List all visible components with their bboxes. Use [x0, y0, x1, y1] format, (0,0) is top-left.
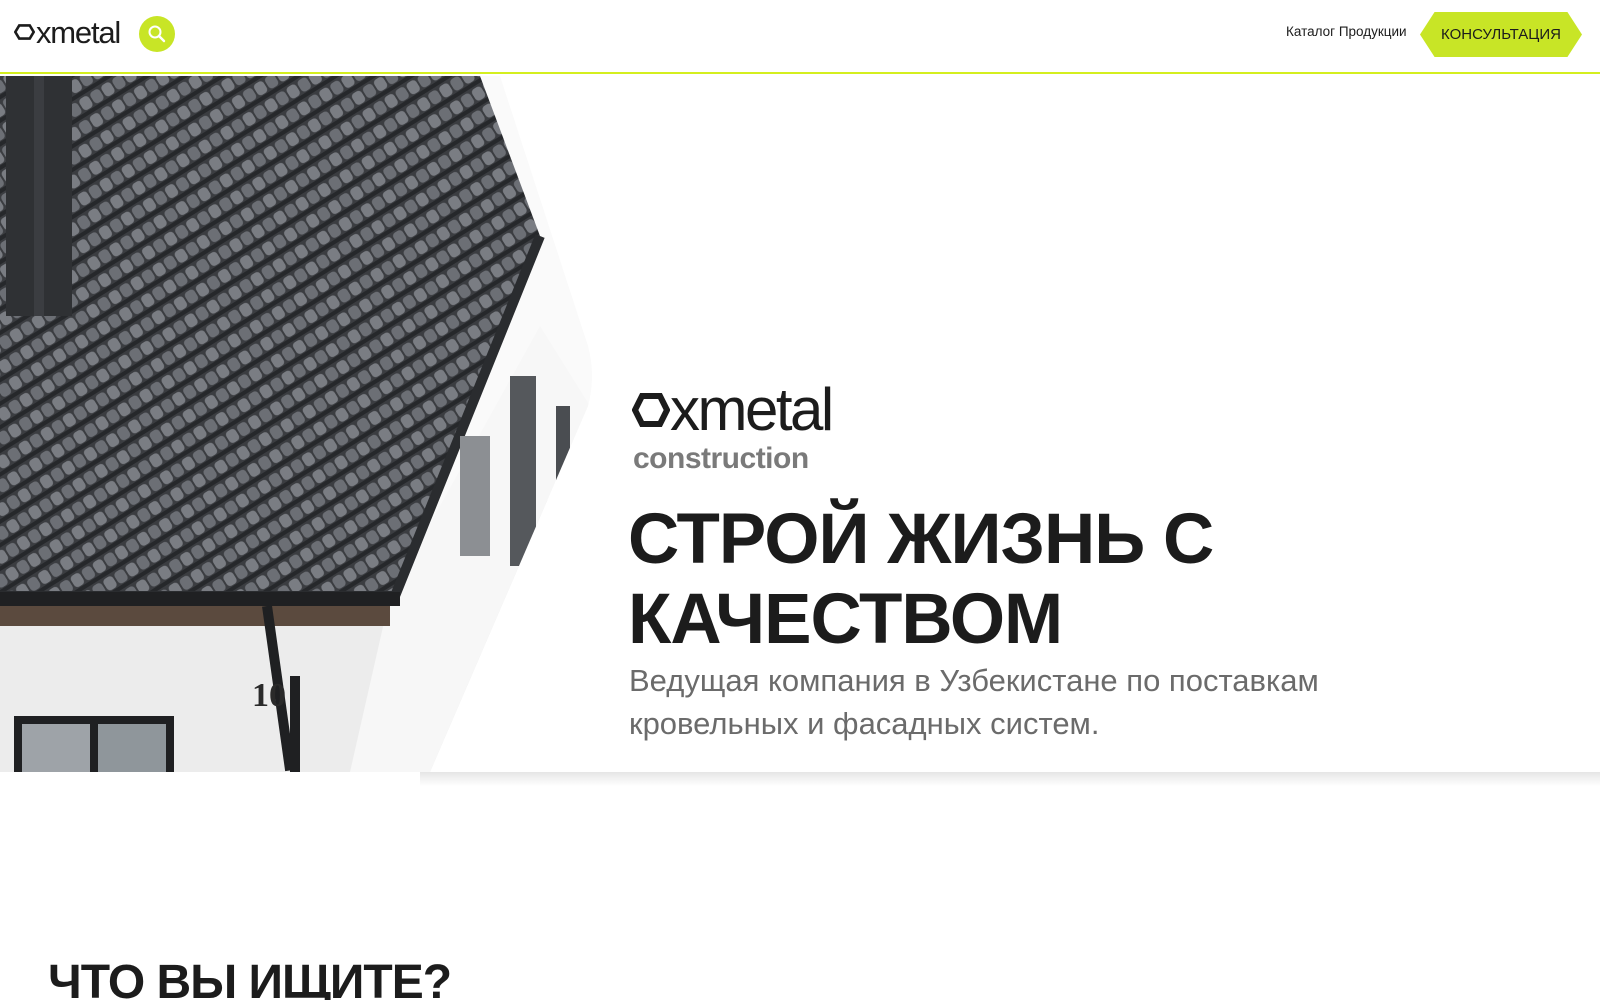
search-icon	[148, 25, 166, 43]
brand-hexagon-icon	[632, 393, 670, 427]
hero-subtitle-line1: Ведущая компания в Узбекистане по постав…	[629, 663, 1319, 698]
house-number: 10	[252, 677, 286, 714]
consultation-button[interactable]: КОНСУЛЬТАЦИЯ	[1420, 12, 1582, 57]
section-title: ЧТО ВЫ ИЩИТЕ?	[48, 956, 452, 1000]
hero-title: СТРОЙ ЖИЗНЬ С КАЧЕСТВОМ	[628, 500, 1328, 660]
logo-text: xmetal	[36, 14, 121, 50]
nav-catalog-link[interactable]: Каталог Продукции	[1286, 24, 1407, 39]
hero-section: 10 xmetal construction СТРОЙ ЖИЗНЬ С КАЧ…	[0, 76, 1600, 784]
logo-hexagon-icon	[14, 24, 35, 40]
brand-construction-logo: xmetal construction	[632, 376, 834, 475]
brand-word: xmetal	[670, 376, 834, 443]
hero-house-image: 10	[0, 76, 592, 772]
site-logo[interactable]: xmetal	[14, 14, 121, 50]
brand-sub: construction	[633, 442, 809, 475]
site-header: xmetal Каталог Продукции КОНСУЛЬТАЦИЯ	[0, 0, 1600, 74]
hero-subtitle-line2: кровельных и фасадных систем.	[629, 706, 1100, 741]
hero-bottom-shadow	[420, 772, 1600, 786]
hero-title-line1: СТРОЙ ЖИЗНЬ С	[628, 500, 1214, 579]
hero-subtitle: Ведущая компания в Узбекистане по постав…	[629, 659, 1329, 745]
search-button[interactable]	[139, 16, 175, 52]
hero-title-line2: КАЧЕСТВОМ	[628, 580, 1063, 659]
